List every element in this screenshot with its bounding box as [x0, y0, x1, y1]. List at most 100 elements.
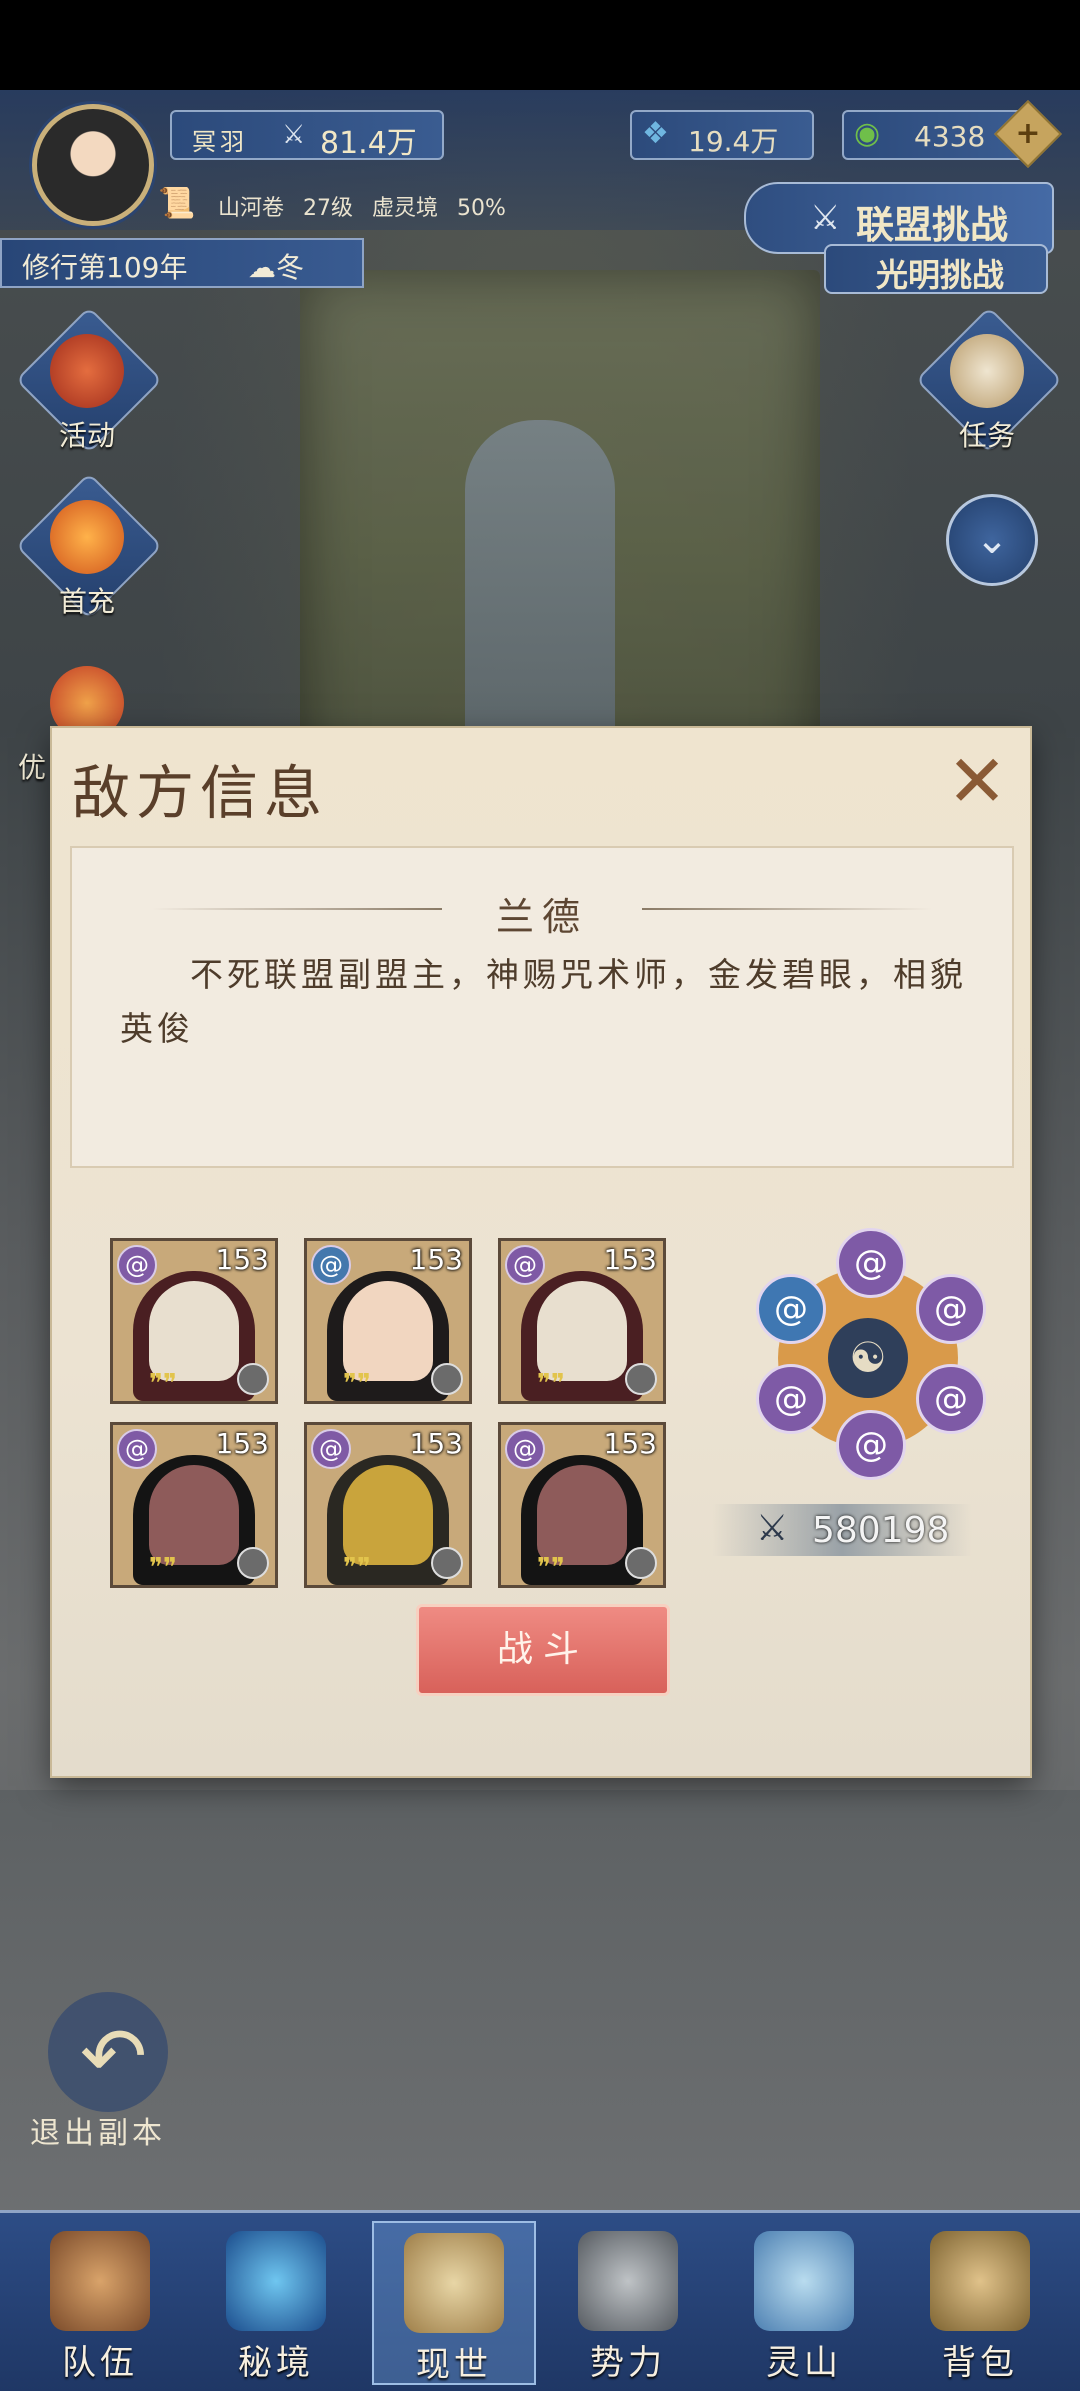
- nav-faction[interactable]: 势力: [548, 2221, 708, 2383]
- team-icon: [50, 2231, 150, 2331]
- scroll-realm: 虚灵境: [372, 196, 439, 221]
- quest-button[interactable]: 任务: [915, 306, 1063, 454]
- dialog-title: 敌方信息: [72, 759, 329, 827]
- scroll-percent: 50%: [457, 196, 506, 221]
- scroll-progress[interactable]: 山河卷 27级 虚灵境 50%: [218, 190, 518, 222]
- purple-swirl-icon: @: [117, 1429, 157, 1469]
- equipment-icon: [431, 1547, 463, 1579]
- nav-team-label: 队伍: [62, 2343, 138, 2383]
- player-name-bar[interactable]: 冥羽 ⚔ 81.4万: [170, 110, 444, 161]
- nav-secret-realm[interactable]: 秘境: [196, 2221, 356, 2383]
- hero-level: 153: [215, 1243, 269, 1276]
- undead-face: [149, 1465, 239, 1565]
- jade-value: 4338: [914, 120, 986, 153]
- star-icons: ❞❞: [149, 1369, 177, 1399]
- equipment-icon: [431, 1363, 463, 1395]
- nav-world[interactable]: 现世: [372, 2221, 536, 2385]
- purple-swirl-icon: @: [311, 1429, 351, 1469]
- nav-spirit-mountain-label: 灵山: [766, 2343, 842, 2383]
- equipment-icon: [237, 1547, 269, 1579]
- crystal-icon: ❖: [642, 116, 669, 151]
- enemy-name: 兰德: [495, 895, 588, 939]
- skull-mask: [149, 1281, 239, 1381]
- enemy-info-dialog: 敌方信息 ✕ 兰德 不死联盟副盟主，神赐咒术师，金发碧眼，相貌英俊 @ 153 …: [52, 728, 1030, 1776]
- scroll-icon: 📜: [158, 186, 196, 221]
- drum-icon: [50, 334, 124, 408]
- star-icons: ❞❞: [537, 1369, 565, 1399]
- equipment-icon: [237, 1363, 269, 1395]
- crystal-value: 19.4万: [688, 125, 779, 158]
- close-icon: ✕: [946, 739, 1008, 823]
- light-challenge-button[interactable]: 光明挑战: [824, 244, 1048, 294]
- season: ☁冬: [248, 251, 305, 284]
- divider-left: [152, 908, 442, 910]
- hero-level: 153: [603, 1427, 657, 1460]
- mountain-icon: [754, 2231, 854, 2331]
- bottom-nav: 队伍 秘境 现世 势力 灵山 背包: [0, 2210, 1080, 2391]
- player-name: 冥羽: [192, 128, 248, 156]
- nav-spirit-mountain[interactable]: 灵山: [724, 2221, 884, 2383]
- yin-yang-icon: ☯: [828, 1318, 908, 1398]
- enemy-hero-card[interactable]: @ 153 ❞❞: [110, 1238, 278, 1404]
- first-recharge-button[interactable]: 首充: [15, 472, 163, 620]
- alliance-icon: ⚔: [810, 198, 841, 238]
- hero-level: 153: [409, 1243, 463, 1276]
- purple-swirl-icon: @: [756, 1364, 826, 1434]
- enemy-hero-card[interactable]: @ 153 ❞❞: [110, 1422, 278, 1588]
- nav-secret-realm-label: 秘境: [238, 2343, 314, 2383]
- quest-label: 任务: [958, 419, 1015, 452]
- enemy-power: ⚔ 580198: [712, 1504, 972, 1556]
- temple-icon: [578, 2231, 678, 2331]
- exit-dungeon-label: 退出副本: [30, 2116, 166, 2151]
- return-arrow-icon: ↶: [80, 2010, 148, 2103]
- crystal-resource[interactable]: ❖ 19.4万: [630, 110, 814, 160]
- divider-right: [642, 908, 932, 910]
- blue-swirl-icon: @: [756, 1274, 826, 1344]
- purple-swirl-icon: @: [505, 1429, 545, 1469]
- nav-faction-label: 势力: [590, 2343, 666, 2383]
- activity-button[interactable]: 活动: [15, 306, 163, 454]
- close-button[interactable]: ✕: [942, 745, 1012, 817]
- enemy-hero-card[interactable]: @ 153 ❞❞: [304, 1238, 472, 1404]
- collapse-menu-button[interactable]: ⌄: [946, 494, 1038, 586]
- hero-level: 153: [409, 1427, 463, 1460]
- nav-world-label: 现世: [416, 2345, 492, 2385]
- cultivation-year: 修行第109年: [22, 251, 188, 284]
- portal-icon: [226, 2231, 326, 2331]
- hero-level: 153: [215, 1427, 269, 1460]
- golden-armor: [343, 1465, 433, 1565]
- blue-swirl-icon: @: [311, 1245, 351, 1285]
- nav-bag[interactable]: 背包: [900, 2221, 1060, 2383]
- scroll-chapter: 山河卷: [218, 196, 285, 221]
- purple-swirl-icon: @: [916, 1274, 986, 1344]
- enemy-hero-card[interactable]: @ 153 ❞❞: [498, 1422, 666, 1588]
- player-avatar[interactable]: [32, 104, 154, 226]
- exit-dungeon-button[interactable]: ↶ 退出副本: [30, 1992, 220, 2152]
- sword-power-icon: ⚔: [282, 120, 306, 150]
- cultivation-year-bar: 修行第109年 ☁冬: [0, 238, 364, 288]
- chevron-down-icon: ⌄: [975, 517, 1009, 563]
- plus-icon: +: [1015, 116, 1041, 151]
- equipment-icon: [625, 1547, 657, 1579]
- nav-team[interactable]: 队伍: [20, 2221, 180, 2383]
- alliance-challenge-label: 联盟挑战: [856, 203, 1009, 247]
- enemy-hero-card[interactable]: @ 153 ❞❞: [304, 1422, 472, 1588]
- season-label: 冬: [276, 251, 305, 284]
- formation-diagram: ☯ @ @ @ @ @ @: [738, 1228, 998, 1488]
- scroll-level: 27级: [303, 196, 354, 221]
- equipment-icon: [625, 1363, 657, 1395]
- fight-button[interactable]: 战斗: [416, 1604, 670, 1696]
- offer-label: 优: [17, 751, 46, 784]
- enemy-hero-card[interactable]: @ 153 ❞❞: [498, 1238, 666, 1404]
- scroll-quest-icon: [950, 334, 1024, 408]
- enemy-power-value: 580198: [812, 1510, 950, 1551]
- bag-icon: [930, 2231, 1030, 2331]
- undead-face: [537, 1465, 627, 1565]
- map-icon: [404, 2233, 504, 2333]
- sword-power-icon: ⚔: [756, 1508, 789, 1549]
- purple-swirl-icon: @: [117, 1245, 157, 1285]
- nav-bag-label: 背包: [942, 2343, 1018, 2383]
- purple-swirl-icon: @: [916, 1364, 986, 1434]
- player-power: 81.4万: [320, 126, 417, 161]
- star-icons: ❞❞: [537, 1553, 565, 1583]
